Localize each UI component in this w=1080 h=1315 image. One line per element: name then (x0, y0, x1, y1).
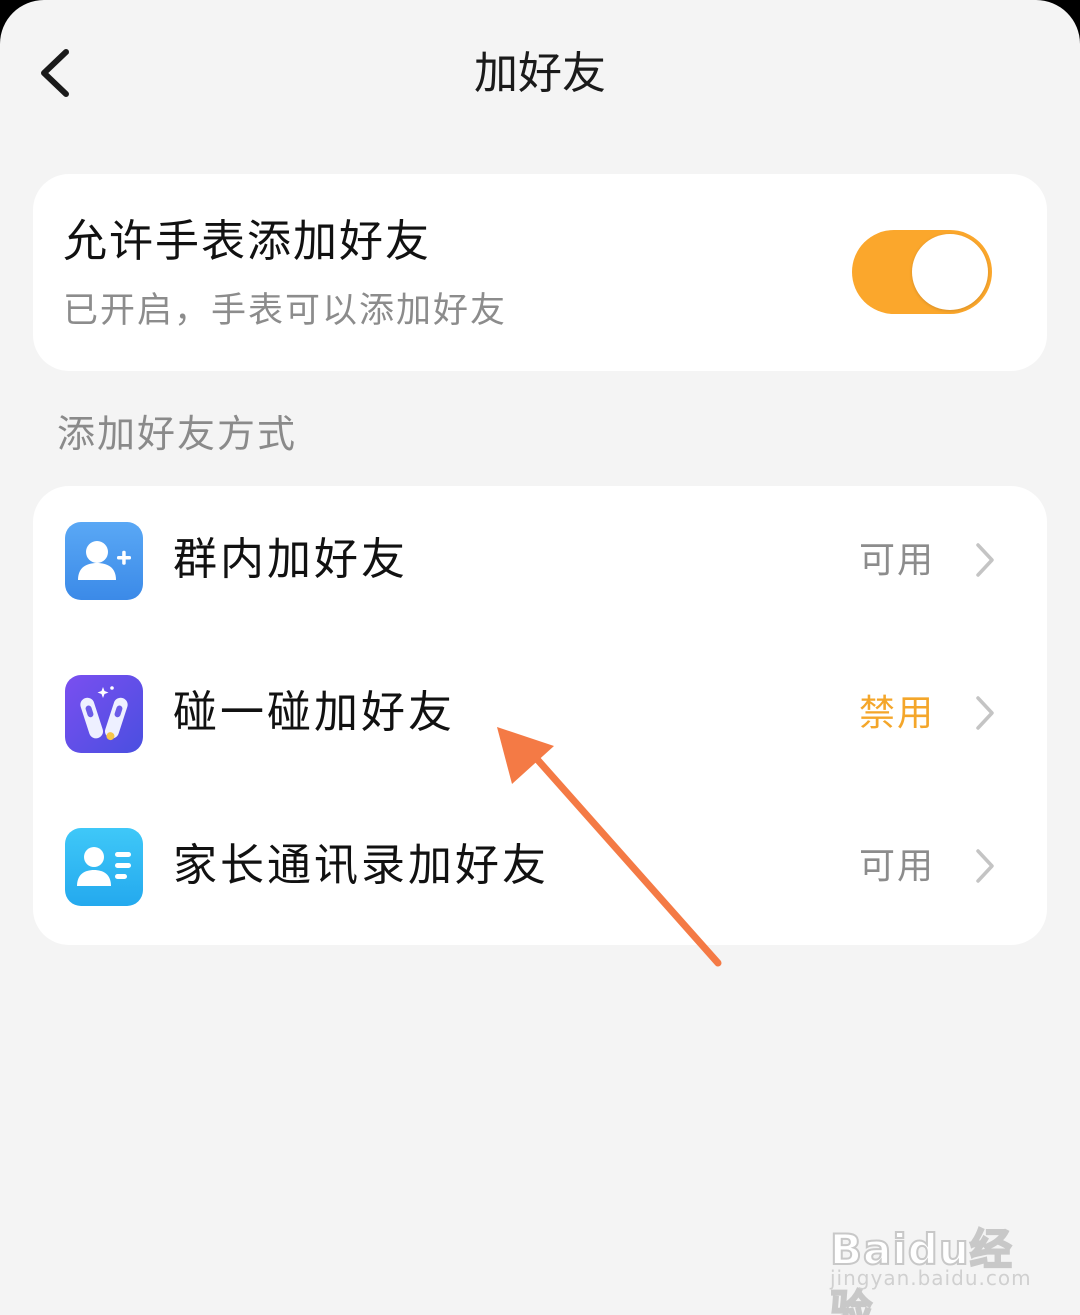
switch-knob (912, 234, 988, 310)
screen: 加好友 允许手表添加好友 已开启，手表可以添加好友 添加好友方式 群内加好友 可… (0, 0, 1080, 1315)
add-methods-card: 群内加好友 可用 碰一碰加好友 禁用 家长通讯录加好友 可用 (33, 486, 1047, 945)
nav-header: 加好友 (0, 0, 1080, 150)
page-title: 加好友 (474, 48, 606, 99)
group-add-user-icon (65, 522, 143, 600)
status-badge: 禁用 (858, 693, 935, 734)
method-label: 群内加好友 (173, 534, 408, 585)
toggle-title: 允许手表添加好友 (63, 216, 431, 267)
watch-bump-icon (65, 675, 143, 753)
method-label: 碰一碰加好友 (173, 687, 455, 738)
watermark-url: jingyan.baidu.com (830, 1266, 1032, 1290)
method-row-bump[interactable]: 碰一碰加好友 禁用 (33, 639, 1047, 792)
status-badge: 可用 (858, 846, 935, 887)
allow-watch-add-friends-switch[interactable] (852, 230, 992, 314)
allow-watch-add-friends-card: 允许手表添加好友 已开启，手表可以添加好友 (33, 174, 1047, 371)
method-row-parent-contacts[interactable]: 家长通讯录加好友 可用 (33, 792, 1047, 945)
toggle-subtitle: 已开启，手表可以添加好友 (63, 291, 508, 331)
contact-card-icon (65, 828, 143, 906)
chevron-right-icon (976, 849, 994, 883)
method-row-group[interactable]: 群内加好友 可用 (33, 486, 1047, 639)
status-badge: 可用 (858, 540, 935, 581)
baidu-jingyan-watermark: Baidu经验 jingyan.baidu.com (829, 1200, 1032, 1315)
chevron-right-icon (976, 543, 994, 577)
chevron-right-icon (976, 696, 994, 730)
method-label: 家长通讯录加好友 (173, 840, 549, 891)
section-label-add-methods: 添加好友方式 (57, 412, 298, 456)
